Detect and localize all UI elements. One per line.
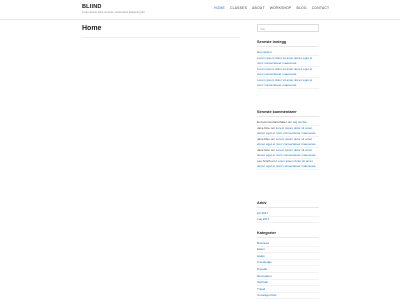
comment-on: om [287, 119, 292, 124]
recent-post-link[interactable]: Lorem ipsum dolor sit amet donec eget et… [257, 56, 312, 64]
comment-author: Jane Roe [257, 148, 270, 153]
site-tagline: Lorem ipsum dolor sit amet, consectetur … [82, 11, 146, 14]
widget-title: Kategorier [257, 231, 319, 238]
list-item: Hales [257, 253, 319, 260]
category-link[interactable]: Knowledge [257, 260, 272, 264]
list-item: Jane Roe om Lorem ipsum dolor sit amet d… [257, 126, 319, 137]
list-item: Spiritual [257, 280, 319, 287]
comment-author: Jane Roe [257, 126, 270, 131]
category-link[interactable]: Popular [257, 267, 267, 271]
recent-comments-widget: Seneste kommentarer En kommentarforfatte… [257, 110, 319, 170]
categories-list: Business Eaten Hales Knowledge Popular R… [257, 240, 319, 300]
nav-item-contact[interactable]: CONTACT [312, 6, 330, 11]
list-item: Lorem ipsum dolor sit amet donec eget et… [257, 78, 319, 89]
recent-post-link[interactable]: Lorem ipsum dolor sit amet donec eget et… [257, 78, 312, 86]
category-link[interactable]: Recreation [257, 274, 272, 278]
main-nav: HOME CLASSES ABOUT WORKSHOP BLOG CONTACT [214, 6, 334, 11]
list-item: Jane Roe om Lorem ipsum dolor sit amet d… [257, 137, 319, 148]
search-input[interactable]: Søk [257, 24, 319, 32]
recent-posts-list: Hej verden Lorem ipsum dolor sit amet do… [257, 49, 319, 89]
list-item: Travel [257, 286, 319, 293]
category-link[interactable]: Spiritual [257, 280, 268, 284]
list-item: Hej verden [257, 49, 319, 56]
comment-author: En kommentarforfatter [257, 119, 287, 124]
category-link[interactable]: Business [257, 241, 269, 245]
archive-list: juli 2017 maj 2017 [257, 210, 319, 224]
recent-post-link[interactable]: Hej verden [257, 50, 272, 54]
list-item: maj 2017 [257, 217, 319, 224]
nav-item-workshop[interactable]: WORKSHOP [270, 6, 292, 11]
list-item: Eaten [257, 247, 319, 254]
widget-title: Seneste innlegg [257, 40, 319, 47]
list-item: Uncategorized [257, 293, 319, 300]
archive-widget: Arkiv juli 2017 maj 2017 [257, 201, 319, 224]
nav-item-blog[interactable]: BLOG [296, 6, 306, 11]
comment-author: Jane Roe [257, 137, 270, 142]
recent-comments-list: En kommentarforfatter om Hej verden Jane… [257, 119, 319, 170]
comment-author: Lee Smith [257, 159, 271, 164]
site-title[interactable]: BLIIND [82, 4, 102, 10]
comment-post-link[interactable]: Hej verden [293, 120, 308, 124]
content-divider [82, 37, 240, 38]
list-item: Lee Smith om Lorem ipsum dolor sit amet … [257, 159, 319, 170]
recent-posts-widget: Seneste innlegg Hej verden Lorem ipsum d… [257, 40, 319, 89]
category-link[interactable]: Uncategorized [257, 293, 276, 297]
nav-item-about[interactable]: ABOUT [252, 6, 265, 11]
comment-on: om [271, 159, 276, 164]
page-title: Home [82, 25, 102, 32]
archive-link[interactable]: juli 2017 [257, 211, 268, 215]
sidebar: Søk Seneste innlegg Hej verden Lorem ips… [257, 24, 319, 300]
widget-title: Seneste kommentarer [257, 110, 319, 117]
comment-on: om [270, 148, 275, 153]
list-item: Business [257, 240, 319, 247]
list-item: juli 2017 [257, 210, 319, 217]
nav-item-home[interactable]: HOME [214, 6, 225, 11]
list-item: En kommentarforfatter om Hej verden [257, 119, 319, 126]
category-link[interactable]: Hales [257, 254, 265, 258]
nav-item-classes[interactable]: CLASSES [230, 6, 247, 11]
comment-on: om [270, 126, 275, 131]
list-item: Popular [257, 266, 319, 273]
archive-link[interactable]: maj 2017 [257, 217, 269, 221]
recent-post-link[interactable]: Lorem ipsum dolor sit amet donec eget et… [257, 67, 312, 75]
comment-on: om [270, 137, 275, 142]
site-header: BLIIND Lorem ipsum dolor sit amet, conse… [0, 0, 400, 20]
list-item: Jane Roe om Lorem ipsum dolor sit amet d… [257, 148, 319, 159]
categories-widget: Kategorier Business Eaten Hales Knowledg… [257, 231, 319, 300]
list-item: Lorem ipsum dolor sit amet donec eget et… [257, 67, 319, 78]
widget-title: Arkiv [257, 201, 319, 208]
list-item: Recreation [257, 273, 319, 280]
category-link[interactable]: Eaten [257, 247, 265, 251]
category-link[interactable]: Travel [257, 287, 265, 291]
list-item: Lorem ipsum dolor sit amet donec eget et… [257, 56, 319, 67]
list-item: Knowledge [257, 260, 319, 267]
